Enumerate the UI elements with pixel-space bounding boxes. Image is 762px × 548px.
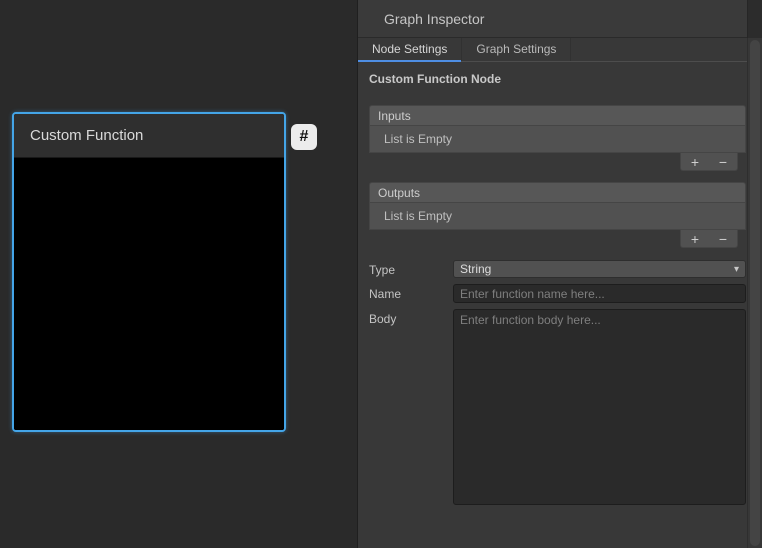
scrollbar-track[interactable] bbox=[747, 38, 762, 548]
chevron-down-icon: ▾ bbox=[734, 264, 739, 275]
outputs-remove-button[interactable]: − bbox=[719, 232, 727, 246]
node-body bbox=[14, 158, 284, 430]
graph-inspector-panel: Graph Inspector Node Settings Graph Sett… bbox=[357, 0, 762, 548]
function-body-input[interactable] bbox=[453, 309, 746, 505]
outputs-list-empty-row: List is Empty bbox=[369, 203, 746, 230]
node-title: Custom Function bbox=[30, 127, 143, 144]
inspector-tabs: Node Settings Graph Settings bbox=[358, 38, 762, 62]
inputs-add-button[interactable]: + bbox=[691, 155, 699, 169]
name-row: Name bbox=[369, 284, 746, 303]
tab-node-settings[interactable]: Node Settings bbox=[358, 38, 462, 61]
inspector-title: Graph Inspector bbox=[384, 11, 484, 27]
shader-graph-canvas[interactable]: Custom Function # Graph Inspector Node S… bbox=[0, 0, 762, 548]
inputs-list-empty-row: List is Empty bbox=[369, 126, 746, 153]
tab-graph-settings[interactable]: Graph Settings bbox=[462, 38, 571, 61]
name-label: Name bbox=[369, 284, 453, 301]
inputs-remove-button[interactable]: − bbox=[719, 155, 727, 169]
body-row: Body bbox=[369, 309, 746, 505]
hash-badge-icon[interactable]: # bbox=[291, 124, 317, 150]
outputs-add-button[interactable]: + bbox=[691, 232, 699, 246]
node-header[interactable]: Custom Function bbox=[14, 114, 284, 158]
inputs-list-header[interactable]: Inputs bbox=[369, 105, 746, 126]
type-dropdown[interactable]: String ▾ bbox=[453, 260, 746, 278]
custom-function-node[interactable]: Custom Function bbox=[12, 112, 286, 432]
scrollbar-thumb[interactable] bbox=[750, 40, 760, 546]
inspector-header[interactable]: Graph Inspector bbox=[358, 0, 762, 38]
inspector-content: Custom Function Node Inputs List is Empt… bbox=[358, 62, 762, 505]
inputs-list-footer: + − bbox=[680, 153, 738, 171]
section-title: Custom Function Node bbox=[369, 72, 746, 86]
scrollbar-corner bbox=[747, 0, 762, 38]
type-label: Type bbox=[369, 260, 453, 277]
function-name-input[interactable] bbox=[453, 284, 746, 303]
type-dropdown-value: String bbox=[460, 262, 491, 276]
outputs-list-footer: + − bbox=[680, 230, 738, 248]
type-row: Type String ▾ bbox=[369, 260, 746, 278]
outputs-list-header[interactable]: Outputs bbox=[369, 182, 746, 203]
outputs-list: Outputs List is Empty + − bbox=[369, 182, 746, 248]
node-settings-fields: Type String ▾ Name Body bbox=[369, 260, 746, 505]
inputs-list: Inputs List is Empty + − bbox=[369, 105, 746, 171]
body-label: Body bbox=[369, 309, 453, 326]
